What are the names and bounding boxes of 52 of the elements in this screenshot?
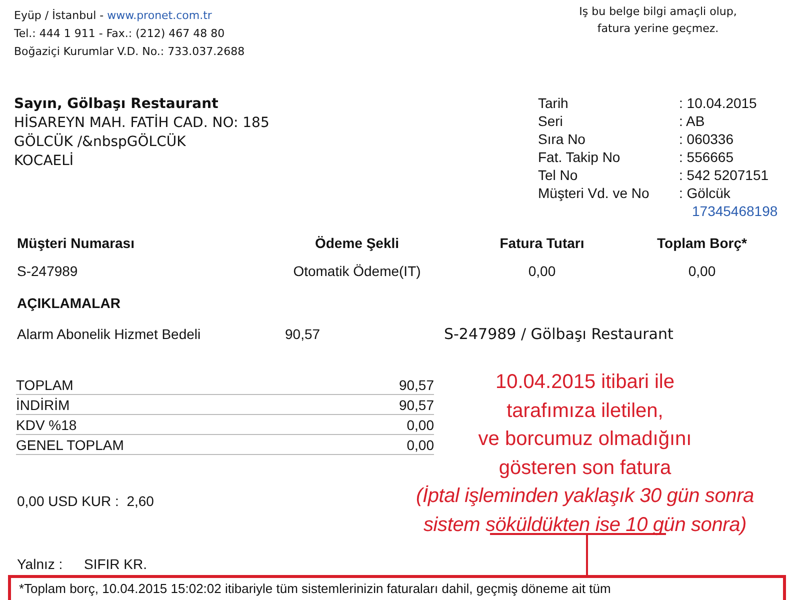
table-cell-text: 0,00	[687, 262, 717, 281]
info-value: : AB	[679, 112, 705, 130]
column-header: Müşteri Numarası	[17, 234, 136, 253]
table-cell-text: Otomatik Ödeme(IT)	[292, 262, 422, 281]
total-label: TOPLAM	[16, 376, 74, 394]
footnote-text: *Toplam borç, 10.04.2015 15:02:02 itibariyle tüm sistemlerinizin faturaları dahil, geçmiş döneme ait tüm	[19, 580, 612, 597]
info-value: : 542 5207151	[679, 166, 769, 184]
annotation-text: 10.04.2015 itibari ile	[495, 370, 674, 395]
total-label: İNDİRİM	[16, 396, 70, 414]
info-label: Tarih	[538, 94, 570, 112]
item-name: Alarm Abonelik Hizmet Bedeli	[17, 325, 202, 344]
amount-in-words: SIFIR KR.	[84, 555, 148, 574]
customer-address: GÖLCÜK /&nbspGÖLCÜK	[14, 133, 187, 152]
annotation-text: tarafımıza iletilen,	[506, 398, 664, 424]
column-header: Ödeme Şekli	[314, 234, 400, 253]
notice-text: Iş bu belge bilgi amaçli olup,	[579, 4, 737, 20]
customer-name: Sayın, Gölbaşı Restaurant	[14, 95, 220, 114]
company-phone: Tel.: 444 1 911 - Fax.: (212) 467 48 80	[14, 26, 226, 42]
section-heading: AÇIKLAMALAR	[16, 294, 122, 313]
info-label: Seri	[538, 112, 564, 130]
company-address: Eyüp / İstanbul -	[14, 9, 105, 22]
annotation-text: ve borcumuz olmadığını	[478, 427, 692, 452]
total-label: GENEL TOPLAM	[16, 436, 124, 454]
amount-in-words-label: Yalnız :	[17, 555, 64, 574]
annotation-note: (İptal işleminden yaklaşık 30 gün sonra	[416, 484, 754, 509]
column-header: Fatura Tutarı	[498, 234, 586, 253]
item-amount: 90,57	[285, 325, 322, 344]
info-value: : Gölcük	[679, 184, 732, 202]
total-value: 90,57	[398, 376, 434, 394]
total-value: 90,57	[398, 396, 434, 414]
company-tax-office: Boğaziçi Kurumlar V.D. No.: 733.037.2688	[14, 44, 245, 60]
customer-address: HİSAREYN MAH. FATİH CAD. NO: 185	[14, 114, 270, 133]
total-value: 0,00	[406, 436, 434, 454]
info-label: Müşteri Vd. ve No	[538, 184, 650, 203]
total-label: KDV %18	[16, 416, 77, 434]
total-value: 0,00	[406, 416, 434, 434]
table-cell-text: 0,00	[527, 262, 557, 281]
info-value: : 10.04.2015	[679, 94, 757, 112]
info-value: : 556665	[679, 148, 734, 166]
info-value: 17345468198	[691, 202, 778, 220]
table-cell-text: S-247989	[17, 262, 79, 281]
column-header: Toplam Borç*	[656, 234, 748, 253]
info-label: Sıra No	[538, 130, 586, 148]
notice-text: fatura yerine geçmez.	[597, 21, 719, 37]
exchange-rate: 0,00 USD KUR : 2,60	[17, 492, 154, 511]
item-reference: S-247989 / Gölbaşı Restaurant	[444, 324, 674, 344]
website-link[interactable]: www.pronet.com.tr	[107, 9, 212, 22]
info-value: : 060336	[679, 130, 734, 148]
customer-address: KOCAELİ	[14, 152, 75, 171]
annotation-text: gösteren son fatura	[498, 456, 672, 480]
info-label: Tel No	[538, 166, 579, 184]
info-label: Fat. Takip No	[538, 148, 622, 166]
